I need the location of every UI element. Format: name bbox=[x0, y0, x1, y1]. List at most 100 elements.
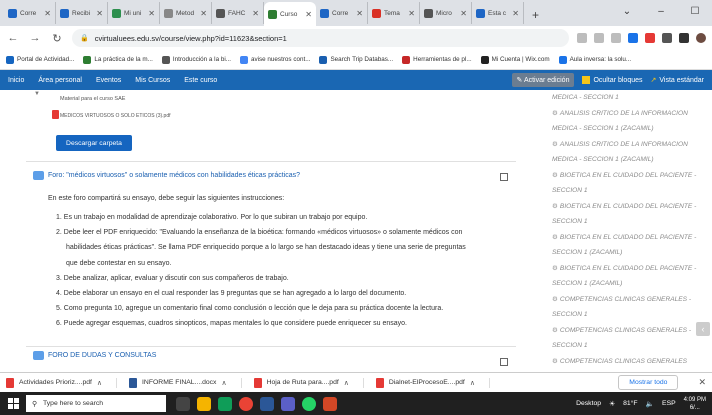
nav-este-curso[interactable]: Este curso bbox=[184, 77, 217, 84]
url-field[interactable]: 🔒 cvirtualuees.edu.sv/course/view.php?id… bbox=[72, 29, 569, 47]
chevron-up-icon[interactable]: ∧ bbox=[344, 379, 349, 387]
word-icon[interactable] bbox=[260, 396, 274, 411]
forward-icon[interactable]: → bbox=[28, 32, 42, 44]
puzzle-icon[interactable] bbox=[679, 33, 689, 43]
course-link[interactable]: ⚙ ANALISIS CRITICO DE LA INFORMACION bbox=[548, 106, 712, 122]
language-indicator[interactable]: ESP bbox=[662, 400, 676, 407]
profile-avatar[interactable] bbox=[696, 33, 706, 43]
close-downloads-icon[interactable]: ✕ bbox=[698, 377, 706, 388]
tab-close-icon[interactable]: ✕ bbox=[96, 9, 103, 18]
forum-title-link[interactable]: Foro: "médicos virtuosos" o solamente mé… bbox=[48, 172, 300, 179]
chevron-up-icon[interactable]: ∧ bbox=[97, 379, 102, 387]
chrome-icon[interactable] bbox=[239, 396, 253, 411]
course-link-continuation[interactable]: SECCION 1 bbox=[548, 338, 712, 354]
pdf-file-link[interactable]: MEDICOS VIRTUOSOS O SOLO ETICOS (3).pdf bbox=[60, 113, 171, 119]
browser-tab[interactable]: Corre ✕ bbox=[316, 2, 368, 24]
browser-tab[interactable]: Corre ✕ bbox=[4, 2, 56, 24]
tab-close-icon[interactable]: ✕ bbox=[305, 10, 312, 19]
browser-tab[interactable]: FAHC ✕ bbox=[212, 2, 264, 24]
nav-inicio[interactable]: Inicio bbox=[8, 77, 24, 84]
teams-icon[interactable] bbox=[281, 396, 295, 411]
chevron-up-icon[interactable]: ∧ bbox=[470, 379, 475, 387]
file-explorer-icon[interactable] bbox=[197, 396, 211, 411]
course-link[interactable]: ⚙ ANALISIS CRITICO DE LA INFORMACION bbox=[548, 137, 712, 153]
clock[interactable]: 4:09 PM 6/... bbox=[684, 396, 706, 412]
reload-icon[interactable]: ↻ bbox=[50, 32, 64, 45]
bookmark-item[interactable]: avise nuestros cont... bbox=[239, 55, 310, 64]
bookmark-item[interactable]: La práctica de la m... bbox=[83, 55, 153, 64]
desktop-label[interactable]: Desktop bbox=[576, 400, 601, 407]
tab-close-icon[interactable]: ✕ bbox=[460, 9, 467, 18]
tab-close-icon[interactable]: ✕ bbox=[44, 9, 51, 18]
tab-close-icon[interactable]: ✕ bbox=[252, 9, 259, 18]
back-icon[interactable]: ← bbox=[6, 32, 20, 44]
extension-icon-3[interactable] bbox=[662, 33, 672, 43]
course-link-continuation[interactable]: SECCION 1 (ZACAMIL) bbox=[548, 276, 712, 292]
tab-search-icon[interactable]: ⌄ bbox=[610, 6, 644, 17]
course-link[interactable]: ⚙ BIOETICA EN EL CUIDADO DEL PACIENTE - bbox=[548, 230, 712, 246]
taskbar-search[interactable]: ⚲ Type here to search bbox=[26, 395, 166, 412]
download-item[interactable]: Dialnet-ElProcesoE....pdf ∧ bbox=[375, 377, 490, 388]
bookmark-star-icon[interactable] bbox=[611, 33, 621, 43]
course-link[interactable]: ⚙ BIOETICA EN EL CUIDADO DEL PACIENTE - bbox=[548, 168, 712, 184]
task-view-icon[interactable] bbox=[176, 396, 190, 411]
download-folder-button[interactable]: Descargar carpeta bbox=[56, 135, 132, 151]
course-link-continuation[interactable]: SECCION 1 bbox=[548, 214, 712, 230]
course-link-continuation[interactable]: MEDICA - SECCION 1 (ZACAMIL) bbox=[548, 152, 712, 168]
scroll-up-button[interactable]: ‹ bbox=[696, 322, 710, 336]
volume-icon[interactable]: 🔈 bbox=[646, 400, 654, 408]
whatsapp-icon[interactable] bbox=[302, 396, 316, 411]
edge-icon[interactable] bbox=[218, 396, 232, 411]
new-tab-button[interactable]: + bbox=[524, 8, 547, 22]
nav-mis-cursos[interactable]: Mis Cursos bbox=[135, 77, 170, 84]
course-link-continuation[interactable]: MEDICA - SECCION 1 (ZACAMIL) bbox=[548, 121, 712, 137]
start-button[interactable] bbox=[0, 392, 26, 415]
download-item[interactable]: INFORME FINAL....docx ∧ bbox=[129, 377, 242, 388]
completion-checkbox[interactable] bbox=[500, 358, 508, 366]
browser-tab[interactable]: Curso ✕ bbox=[264, 2, 316, 26]
tab-close-icon[interactable]: ✕ bbox=[356, 9, 363, 18]
nav-eventos[interactable]: Eventos bbox=[96, 77, 121, 84]
zoom-icon[interactable] bbox=[577, 33, 587, 43]
download-item[interactable]: Actividades Prioriz....pdf ∧ bbox=[6, 377, 118, 388]
tab-close-icon[interactable]: ✕ bbox=[148, 9, 155, 18]
show-all-downloads-button[interactable]: Mostrar todo bbox=[618, 375, 679, 390]
minimize-button[interactable]: – bbox=[644, 6, 678, 17]
share-icon[interactable] bbox=[594, 33, 604, 43]
bookmark-item[interactable]: Search Trip Databas... bbox=[319, 55, 393, 64]
temperature[interactable]: 81°F bbox=[623, 400, 637, 407]
maximize-button[interactable]: ☐ bbox=[678, 6, 712, 17]
bookmark-item[interactable]: Portal de Actividad... bbox=[6, 55, 74, 64]
hide-blocks-link[interactable]: Ocultar bloques bbox=[582, 76, 643, 84]
download-item[interactable]: Hoja de Ruta para....pdf ∧ bbox=[253, 377, 364, 388]
extension-icon-2[interactable] bbox=[645, 33, 655, 43]
course-link[interactable]: ⚙ BIOETICA EN EL CUIDADO DEL PACIENTE - bbox=[548, 199, 712, 215]
bookmark-item[interactable]: Introducción a la bi... bbox=[161, 55, 231, 64]
browser-tab[interactable]: Metod ✕ bbox=[160, 2, 212, 24]
bookmark-item[interactable]: Aula inversa: la solu... bbox=[558, 55, 631, 64]
activate-edit-button[interactable]: ✎ Activar edición bbox=[511, 73, 575, 87]
course-link-continuation[interactable]: SECCION 1 bbox=[548, 183, 712, 199]
course-link-continuation[interactable]: SECCION 1 bbox=[548, 307, 712, 323]
browser-tab[interactable]: Mi uni ✕ bbox=[108, 2, 160, 24]
tab-close-icon[interactable]: ✕ bbox=[408, 9, 415, 18]
browser-tab[interactable]: Esta c ✕ bbox=[472, 2, 524, 24]
completion-checkbox[interactable] bbox=[500, 173, 508, 181]
course-link[interactable]: ⚙ COMPETENCIAS CLINICAS GENERALES - bbox=[548, 323, 712, 339]
tab-close-icon[interactable]: ✕ bbox=[512, 9, 519, 18]
browser-tab[interactable]: Micro ✕ bbox=[420, 2, 472, 24]
folder-collapse-icon[interactable]: ▼ bbox=[34, 91, 40, 97]
chevron-up-icon[interactable]: ∧ bbox=[221, 379, 226, 387]
browser-tab[interactable]: Recibi ✕ bbox=[56, 2, 108, 24]
tab-close-icon[interactable]: ✕ bbox=[200, 9, 207, 18]
browser-tab[interactable]: Tema ✕ bbox=[368, 2, 420, 24]
bookmark-item[interactable]: Mi Cuenta | Wix.com bbox=[480, 55, 550, 64]
course-link[interactable]: ⚙ BIOETICA EN EL CUIDADO DEL PACIENTE - bbox=[548, 261, 712, 277]
standard-view-link[interactable]: ↗ Vista estándar bbox=[651, 76, 705, 85]
extension-icon-1[interactable] bbox=[628, 33, 638, 43]
course-link-continuation[interactable]: SECCION 1 (ZACAMIL) bbox=[548, 245, 712, 261]
course-link[interactable]: ⚙ COMPETENCIAS CLINICAS GENERALES bbox=[548, 354, 712, 370]
course-link-continuation[interactable]: MEDICA - SECCION 1 bbox=[548, 90, 712, 106]
forum2-title-link[interactable]: FORO DE DUDAS Y CONSULTAS bbox=[48, 352, 156, 359]
powerpoint-icon[interactable] bbox=[323, 396, 337, 411]
